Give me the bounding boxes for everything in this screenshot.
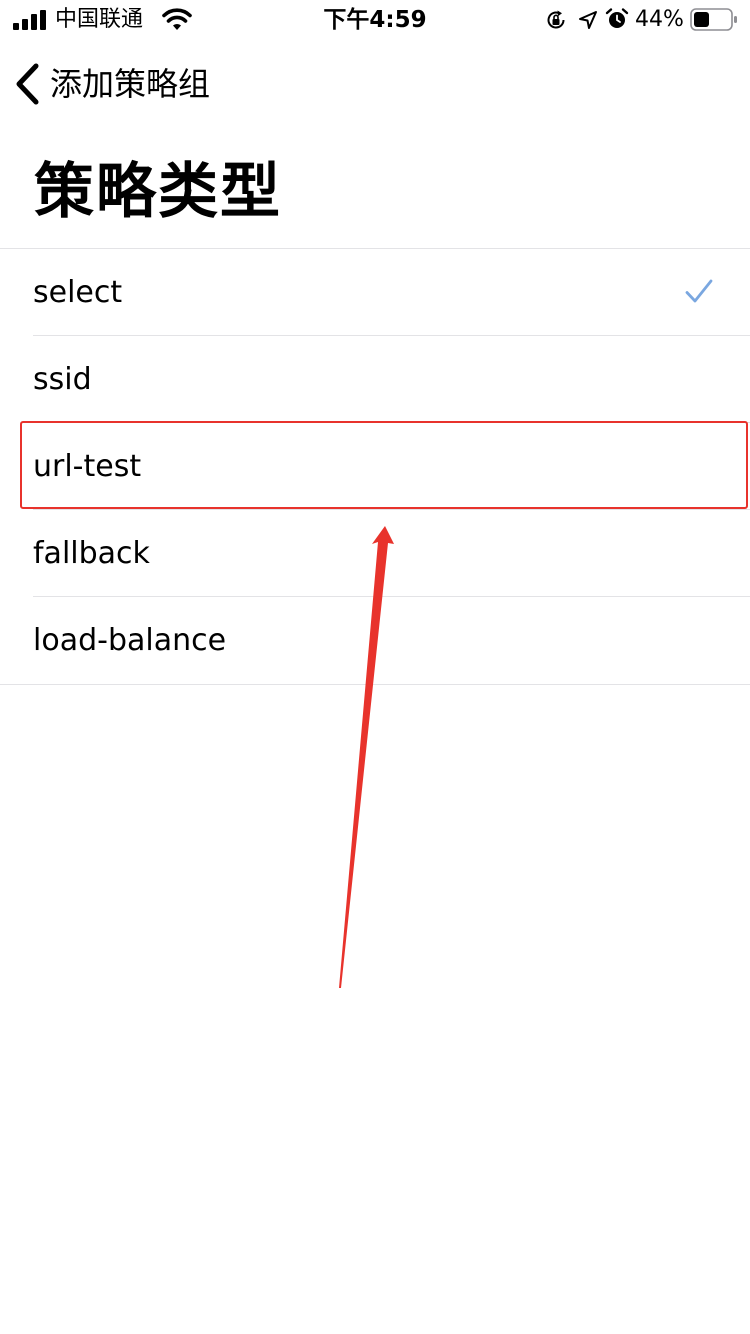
chevron-left-icon xyxy=(16,63,39,105)
back-button[interactable]: 添加策略组 xyxy=(12,60,210,108)
option-row-ssid[interactable]: ssid xyxy=(0,336,750,423)
checkmark-icon xyxy=(685,279,713,303)
option-label: ssid xyxy=(33,362,92,397)
status-bar: 中国联通 下午4:59 44% xyxy=(0,0,750,40)
option-label: select xyxy=(33,275,123,310)
navigation-bar: 添加策略组 xyxy=(0,44,750,124)
battery-percent: 44% xyxy=(635,7,684,32)
option-row-url-test[interactable]: url-test xyxy=(0,423,750,510)
option-row-load-balance[interactable]: load-balance xyxy=(0,597,750,684)
back-button-label: 添加策略组 xyxy=(50,65,211,103)
page-title: 策略类型 xyxy=(34,157,282,227)
battery-level-fill xyxy=(694,12,709,27)
option-row-select[interactable]: select xyxy=(0,249,750,336)
location-icon xyxy=(579,11,597,29)
policy-type-list: select ssid url-test fallback load-balan… xyxy=(0,248,750,685)
option-label: url-test xyxy=(33,449,142,484)
alarm-icon xyxy=(605,8,629,28)
option-label: load-balance xyxy=(33,623,227,658)
option-row-fallback[interactable]: fallback xyxy=(0,510,750,597)
option-label: fallback xyxy=(33,536,150,571)
battery-icon xyxy=(690,8,737,31)
lock-rotation-icon xyxy=(547,10,565,29)
